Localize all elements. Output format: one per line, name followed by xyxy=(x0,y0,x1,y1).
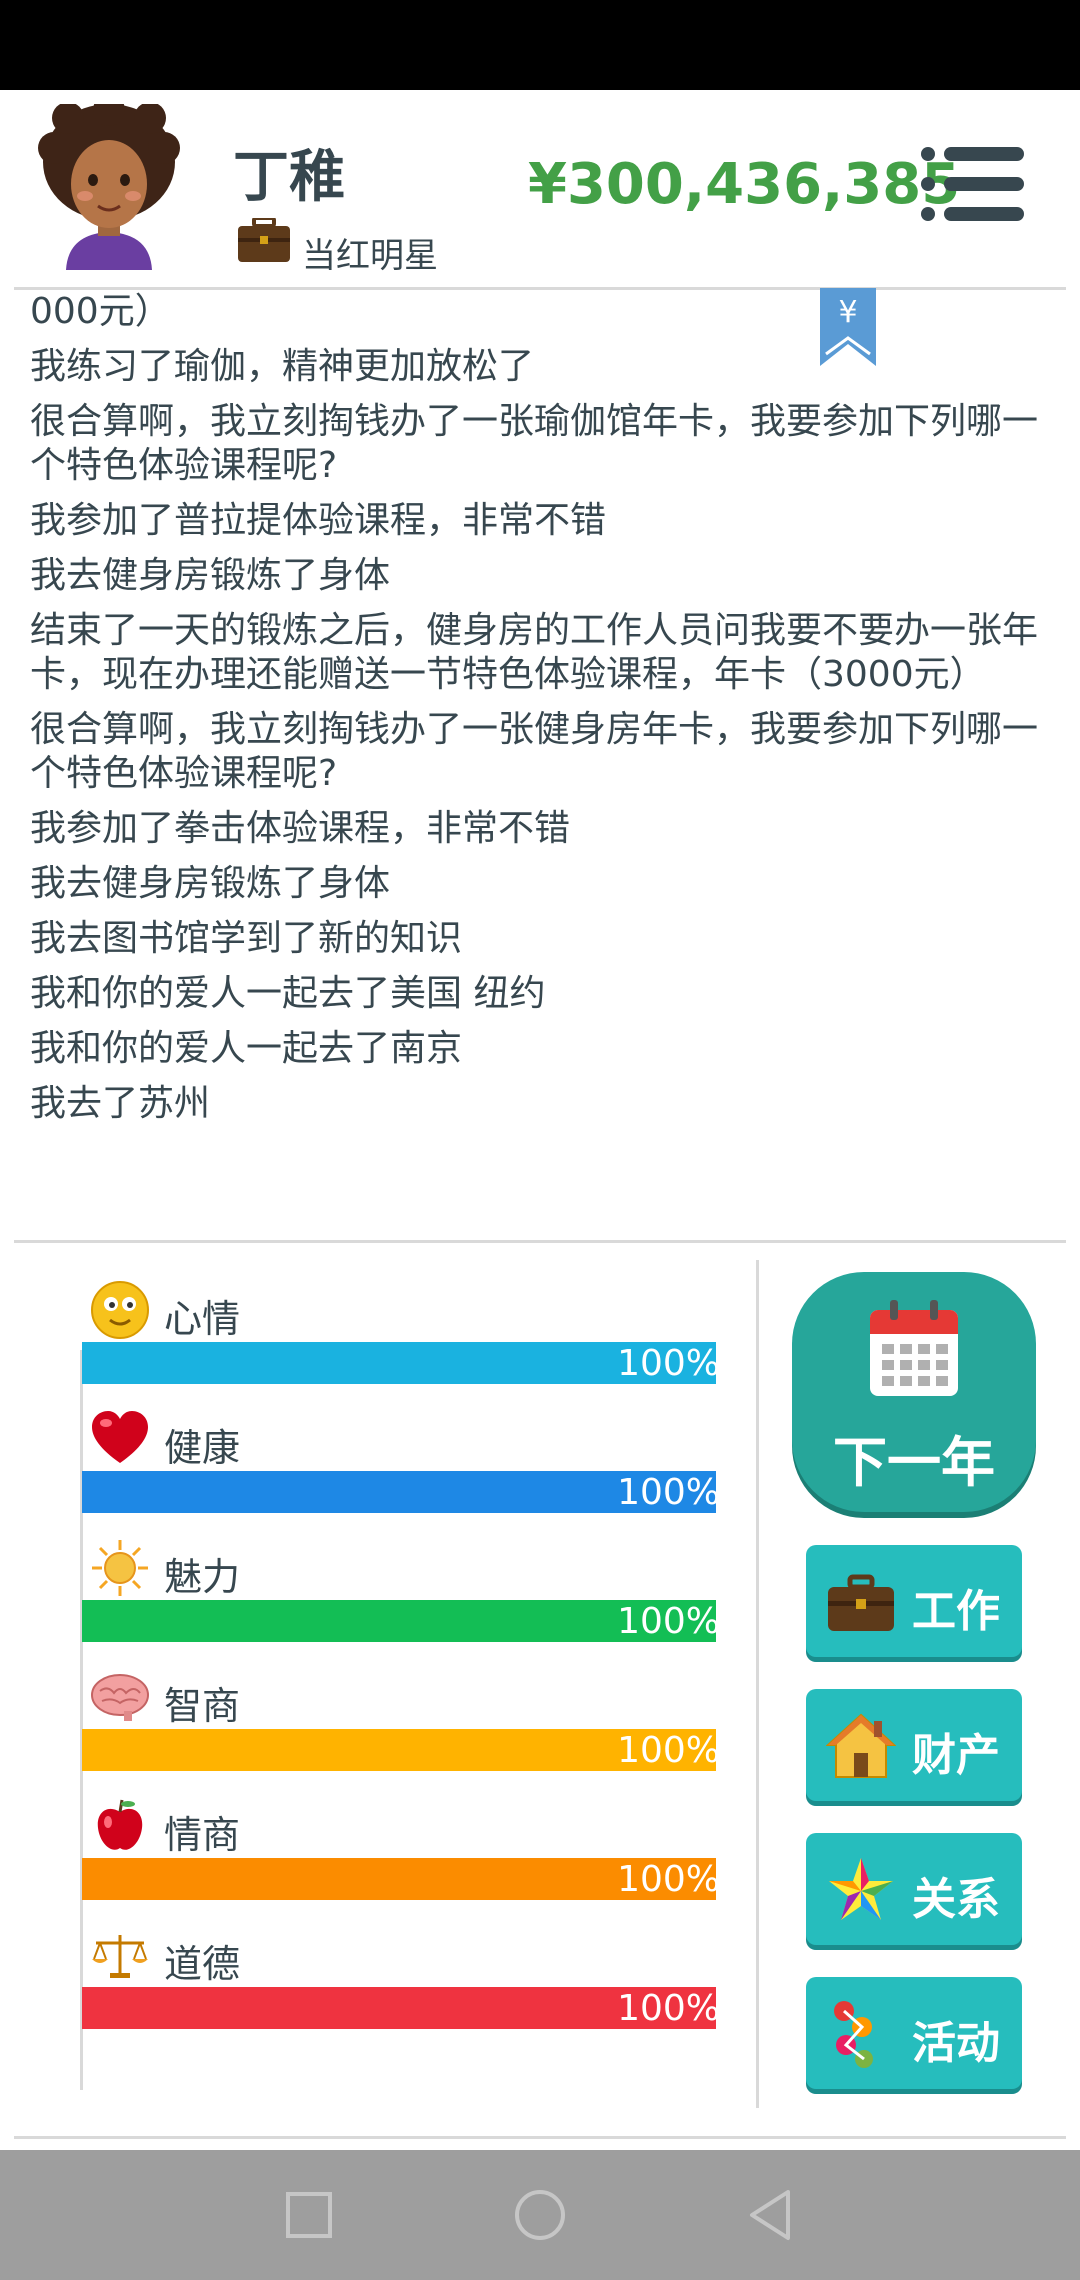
activities-button[interactable]: 活动 xyxy=(806,1977,1022,2089)
stat-mood: 心情 100% xyxy=(82,1280,722,1409)
stat-value: 100% xyxy=(617,1343,720,1384)
brain-icon xyxy=(91,1674,149,1721)
apple-icon xyxy=(97,1799,143,1850)
log-line: 000元） xyxy=(30,291,171,332)
stat-health: 健康 100% xyxy=(82,1409,722,1538)
log-line: 我去了苏州 xyxy=(30,1083,211,1124)
stat-label: 健康 xyxy=(164,1426,241,1470)
stat-value: 100% xyxy=(617,1988,720,2029)
stat-value: 100% xyxy=(617,1859,720,1900)
stat-label: 心情 xyxy=(164,1297,241,1341)
job-title: 当红明星 xyxy=(302,236,438,276)
stat-value: 100% xyxy=(617,1601,720,1642)
dots-cluster-icon xyxy=(834,2001,873,2068)
log-line: 我参加了普拉提体验课程，非常不错 xyxy=(30,500,607,541)
stat-value: 100% xyxy=(617,1730,720,1771)
scale-icon xyxy=(92,1935,148,1978)
money-bookmark-icon[interactable]: ¥ xyxy=(820,288,876,366)
event-log[interactable]: 000元） 我练习了瑜伽，精神更加放松了 很合算啊，我立刻掏钱办了一张瑜伽馆年卡… xyxy=(30,290,1060,1240)
stat-value: 100% xyxy=(617,1472,720,1513)
property-label: 财产 xyxy=(912,1730,1000,1781)
player-name: 丁稚 xyxy=(233,145,345,210)
log-line: 结束了一天的锻炼之后，健身房的工作人员问我要不要办一张年卡，现在办理还能赠送一节… xyxy=(30,610,1039,695)
house-icon xyxy=(826,1713,896,1778)
heart-icon xyxy=(92,1411,148,1463)
money-balance: ¥300,436,385 xyxy=(528,152,961,217)
log-line: 我去健身房锻炼了身体 xyxy=(30,863,391,904)
avatar[interactable] xyxy=(38,104,180,270)
stat-label: 情商 xyxy=(164,1813,241,1857)
panel-divider xyxy=(756,1260,759,2108)
menu-icon[interactable] xyxy=(920,144,1024,224)
calendar-icon xyxy=(870,1300,958,1396)
back-icon[interactable] xyxy=(736,2180,806,2250)
relations-label: 关系 xyxy=(912,1874,1000,1925)
smiley-icon xyxy=(91,1281,149,1339)
briefcase-icon xyxy=(238,218,290,262)
stat-label: 道德 xyxy=(164,1942,241,1986)
log-line: 我去图书馆学到了新的知识 xyxy=(30,918,463,959)
log-line: 很合算啊，我立刻掏钱办了一张瑜伽馆年卡，我要参加下列哪一个特色体验课程呢? xyxy=(30,401,1039,486)
stat-charm: 魅力 100% xyxy=(82,1538,722,1667)
recent-apps-icon[interactable] xyxy=(274,2180,344,2250)
profile-header: 丁稚 当红明星 ¥300,436,385 xyxy=(0,90,1080,287)
work-label: 工作 xyxy=(912,1586,1000,1637)
stat-morality: 道德 100% xyxy=(82,1925,722,2054)
relations-button[interactable]: 关系 xyxy=(806,1833,1022,1945)
next-year-label: 下一年 xyxy=(833,1431,995,1494)
stat-label: 智商 xyxy=(164,1684,241,1728)
log-line: 我参加了拳击体验课程，非常不错 xyxy=(30,808,571,849)
property-button[interactable]: 财产 xyxy=(806,1689,1022,1801)
log-line: 很合算啊，我立刻掏钱办了一张健身房年卡，我要参加下列哪一个特色体验课程呢? xyxy=(30,709,1039,794)
system-nav-bar xyxy=(0,2150,1080,2280)
briefcase-icon xyxy=(828,1574,894,1631)
status-bar xyxy=(0,0,1080,90)
next-year-button[interactable]: 下一年 xyxy=(792,1272,1036,1512)
star-icon xyxy=(829,1858,893,1920)
activities-label: 活动 xyxy=(912,2018,1000,2069)
home-icon[interactable] xyxy=(505,2180,575,2250)
section-divider xyxy=(14,1240,1066,1243)
bottom-divider xyxy=(14,2136,1066,2139)
log-line: 我和你的爱人一起去了美国 纽约 xyxy=(30,973,546,1014)
sun-icon xyxy=(92,1540,148,1596)
work-button[interactable]: 工作 xyxy=(806,1545,1022,1657)
stat-label: 魅力 xyxy=(164,1555,241,1599)
log-line: 我练习了瑜伽，精神更加放松了 xyxy=(30,346,535,387)
stat-iq: 智商 100% xyxy=(82,1667,722,1796)
bookmark-symbol: ¥ xyxy=(838,295,857,330)
log-line: 我和你的爱人一起去了南京 xyxy=(30,1028,463,1069)
log-line: 我去健身房锻炼了身体 xyxy=(30,555,391,596)
stat-eq: 情商 100% xyxy=(82,1796,722,1925)
